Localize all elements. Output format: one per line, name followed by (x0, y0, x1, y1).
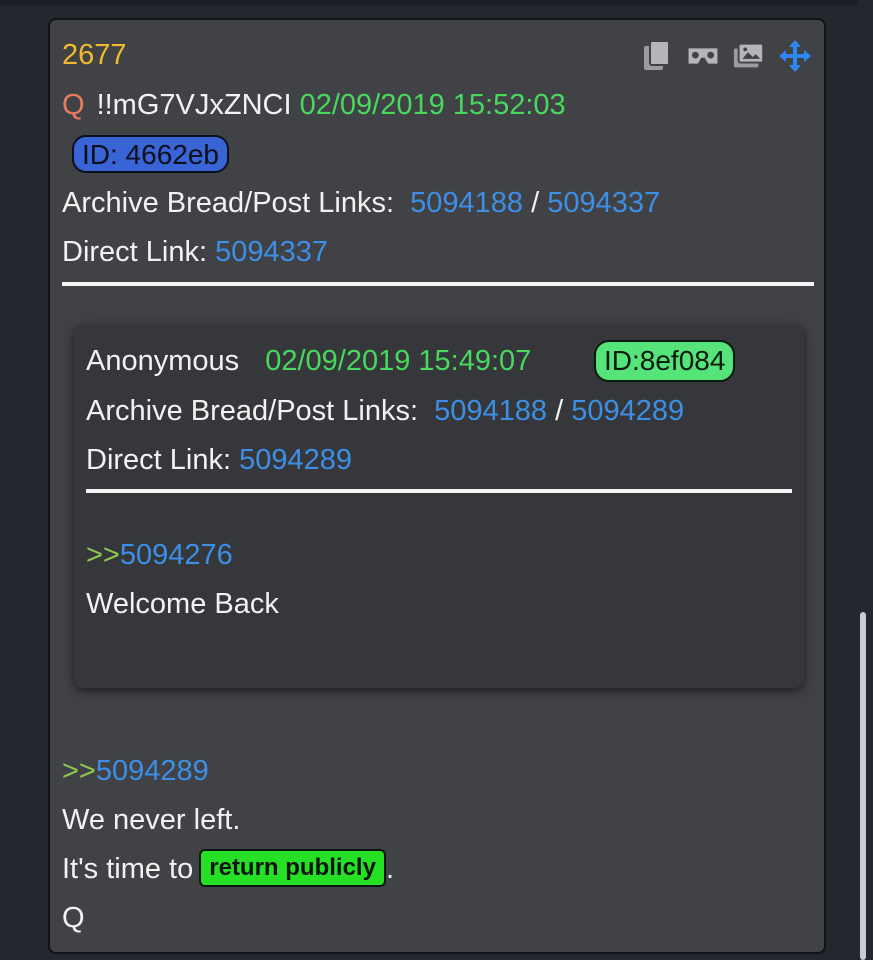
quoted-archive-links-row: Archive Bread/Post Links: 5094188 / 5094… (86, 394, 684, 428)
quoted-author-name: Anonymous (86, 345, 240, 377)
quoted-header-divider (86, 489, 792, 493)
copy-icon[interactable] (640, 39, 674, 73)
body-line-2: It's time to return publicly. (62, 849, 394, 888)
author-name: Q (62, 89, 85, 121)
reply-arrow: >> (62, 755, 96, 787)
body-line-1: We never left. (62, 804, 241, 836)
post-card: 2677 Q !!mG7VJxZNCI 02/09/2019 15:52:03 … (48, 18, 826, 954)
post-toolbar (640, 36, 812, 76)
post-header: Q !!mG7VJxZNCI 02/09/2019 15:52:03 (62, 88, 566, 122)
archive-links-row: Archive Bread/Post Links: 5094188 / 5094… (62, 186, 660, 220)
quoted-reply-link[interactable]: >>5094276 (86, 538, 233, 572)
reply-number[interactable]: 5094289 (96, 755, 209, 787)
image-gallery-icon[interactable] (732, 39, 766, 73)
highlighted-text: return publicly (199, 849, 386, 888)
post-number: 2677 (62, 39, 127, 71)
quoted-archive-post-link[interactable]: 5094289 (571, 395, 684, 427)
quoted-archive-bread-link[interactable]: 5094188 (434, 395, 547, 427)
archive-bread-link[interactable]: 5094188 (410, 187, 523, 219)
quoted-poster-id-badge[interactable]: ID:8ef084 (594, 340, 736, 382)
top-edge (0, 0, 873, 6)
reply-link[interactable]: >>5094289 (62, 754, 209, 788)
direct-label: Direct Link: (62, 236, 208, 268)
tripcode: !!mG7VJxZNCI (96, 89, 292, 121)
quoted-archive-separator: / (555, 395, 564, 427)
quoted-body-text: Welcome Back (86, 588, 279, 620)
direct-link[interactable]: 5094337 (215, 236, 328, 268)
quoted-archive-label: Archive Bread/Post Links: (86, 395, 419, 427)
quoted-direct-link-row: Direct Link: 5094289 (86, 443, 352, 477)
scrollbar-thumb[interactable] (860, 612, 866, 960)
poster-id-badge[interactable]: ID: 4662eb (72, 135, 229, 173)
quoted-timestamp: 02/09/2019 15:49:07 (265, 345, 532, 377)
quoted-reply-arrow: >> (86, 539, 120, 571)
quoted-post-header: Anonymous 02/09/2019 15:49:07 (86, 344, 531, 378)
page: 2677 Q !!mG7VJxZNCI 02/09/2019 15:52:03 … (0, 0, 873, 960)
archive-post-link[interactable]: 5094337 (547, 187, 660, 219)
quoted-direct-link[interactable]: 5094289 (239, 444, 352, 476)
header-divider (62, 282, 814, 286)
archive-separator: / (531, 187, 540, 219)
signature: Q (62, 902, 85, 934)
vr-viewer-icon[interactable] (686, 39, 720, 73)
quoted-direct-label: Direct Link: (86, 444, 232, 476)
archive-label: Archive Bread/Post Links: (62, 187, 395, 219)
post-timestamp: 02/09/2019 15:52:03 (299, 89, 566, 121)
quoted-post: Anonymous 02/09/2019 15:49:07 ID:8ef084 … (74, 324, 804, 688)
quoted-reply-number[interactable]: 5094276 (120, 539, 233, 571)
move-icon[interactable] (778, 39, 812, 73)
body-line-2-prefix: It's time to (62, 853, 194, 885)
direct-link-row: Direct Link: 5094337 (62, 235, 328, 269)
body-line-2-suffix: . (385, 853, 394, 885)
